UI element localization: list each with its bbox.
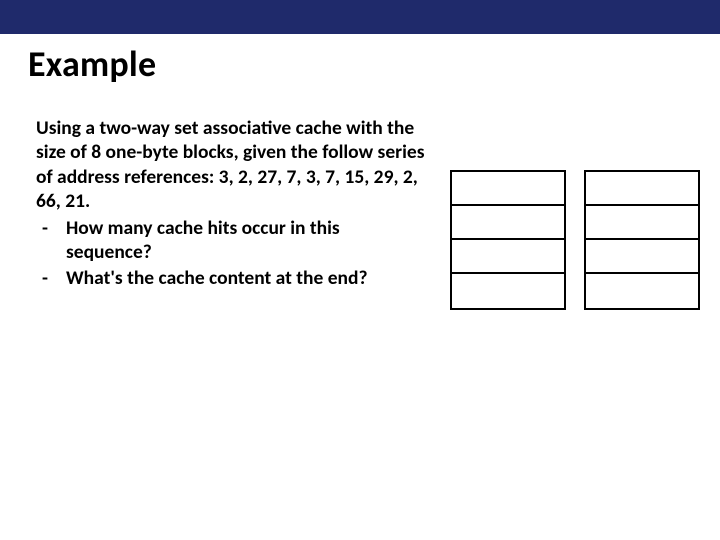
slide-body: Using a two-way set associative cache wi… [36, 116, 426, 291]
cache-cell [452, 240, 564, 274]
cache-way-1 [584, 170, 700, 310]
slide: Example Using a two-way set associative … [0, 0, 720, 540]
cache-tables [450, 170, 700, 310]
question-item: What's the cache content at the end? [36, 266, 426, 290]
slide-title: Example [28, 42, 156, 86]
cache-cell [586, 206, 698, 240]
cache-cell [586, 240, 698, 274]
header-bar [0, 0, 720, 34]
problem-statement: Using a two-way set associative cache wi… [36, 116, 426, 214]
cache-cell [586, 172, 698, 206]
question-list: How many cache hits occur in this sequen… [36, 216, 426, 291]
cache-way-0 [450, 170, 566, 310]
cache-cell [452, 206, 564, 240]
cache-cell [586, 274, 698, 308]
cache-cell [452, 172, 564, 206]
question-item: How many cache hits occur in this sequen… [36, 216, 426, 265]
cache-cell [452, 274, 564, 308]
